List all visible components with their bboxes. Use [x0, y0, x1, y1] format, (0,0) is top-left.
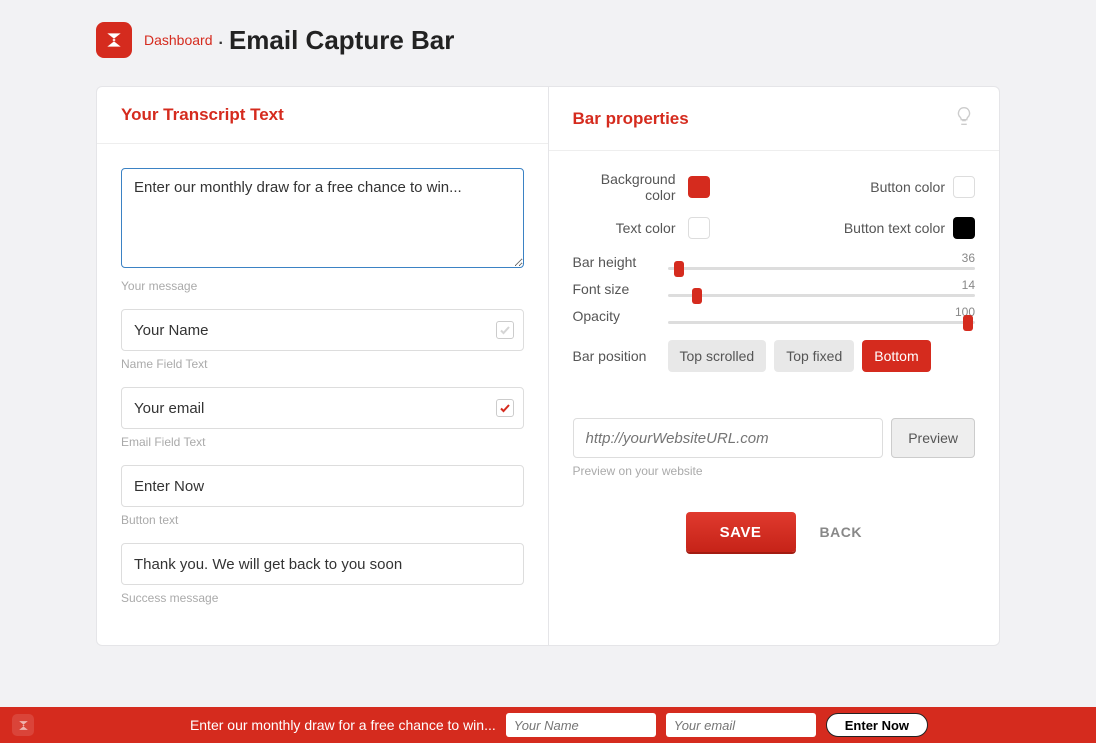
background-color-swatch[interactable]: [688, 176, 710, 198]
success-message-label: Success message: [121, 591, 524, 605]
bar-height-value: 36: [962, 251, 975, 265]
breadcrumb-separator: .: [219, 31, 223, 49]
preview-caption: Preview on your website: [573, 464, 976, 478]
email-capture-bar: Enter our monthly draw for a free chance…: [0, 707, 1096, 743]
bar-height-slider[interactable]: [668, 267, 976, 270]
bar-name-input[interactable]: [506, 713, 656, 737]
position-top-scrolled[interactable]: Top scrolled: [668, 340, 767, 372]
properties-panel-title: Bar properties: [573, 109, 689, 129]
bar-logo-icon: [12, 714, 34, 736]
bar-position-label: Bar position: [573, 348, 668, 364]
name-field-input[interactable]: [121, 309, 524, 351]
back-link[interactable]: BACK: [820, 524, 862, 540]
font-size-label: Font size: [573, 281, 668, 297]
bar-height-label: Bar height: [573, 254, 668, 270]
button-color-label: Button color: [710, 179, 954, 195]
bar-email-input[interactable]: [666, 713, 816, 737]
font-size-thumb[interactable]: [692, 288, 702, 304]
font-size-slider[interactable]: [668, 294, 976, 297]
message-textarea[interactable]: Enter our monthly draw for a free chance…: [121, 168, 524, 268]
bar-height-thumb[interactable]: [674, 261, 684, 277]
email-field-checkbox[interactable]: [496, 399, 514, 417]
position-top-fixed[interactable]: Top fixed: [774, 340, 854, 372]
position-bottom[interactable]: Bottom: [862, 340, 930, 372]
save-button[interactable]: SAVE: [686, 512, 796, 552]
opacity-slider[interactable]: [668, 321, 976, 324]
page-title: Email Capture Bar: [229, 25, 454, 56]
success-message-input[interactable]: [121, 543, 524, 585]
name-field-label: Name Field Text: [121, 357, 524, 371]
button-text-label: Button text: [121, 513, 524, 527]
message-label: Your message: [121, 279, 524, 293]
transcript-panel: Your Transcript Text Enter our monthly d…: [96, 86, 549, 646]
name-field-checkbox[interactable]: [496, 321, 514, 339]
opacity-label: Opacity: [573, 308, 668, 324]
bar-submit-button[interactable]: Enter Now: [826, 713, 928, 737]
bar-message: Enter our monthly draw for a free chance…: [190, 717, 496, 733]
text-color-swatch[interactable]: [688, 217, 710, 239]
button-text-input[interactable]: [121, 465, 524, 507]
app-logo: [96, 22, 132, 58]
font-size-value: 14: [962, 278, 975, 292]
email-field-label: Email Field Text: [121, 435, 524, 449]
email-field-input[interactable]: [121, 387, 524, 429]
transcript-panel-title: Your Transcript Text: [121, 105, 284, 125]
opacity-thumb[interactable]: [963, 315, 973, 331]
button-text-color-swatch[interactable]: [953, 217, 975, 239]
properties-panel: Bar properties Background color Button c…: [549, 86, 1001, 646]
preview-button[interactable]: Preview: [891, 418, 975, 458]
text-color-label: Text color: [573, 220, 688, 236]
button-text-color-label: Button text color: [710, 220, 954, 236]
breadcrumb-dashboard[interactable]: Dashboard: [144, 32, 213, 48]
background-color-label: Background color: [573, 171, 688, 203]
bar-position-buttons: Top scrolled Top fixed Bottom: [668, 340, 931, 372]
lightbulb-icon[interactable]: [953, 105, 975, 132]
button-color-swatch[interactable]: [953, 176, 975, 198]
preview-url-input[interactable]: [573, 418, 884, 458]
